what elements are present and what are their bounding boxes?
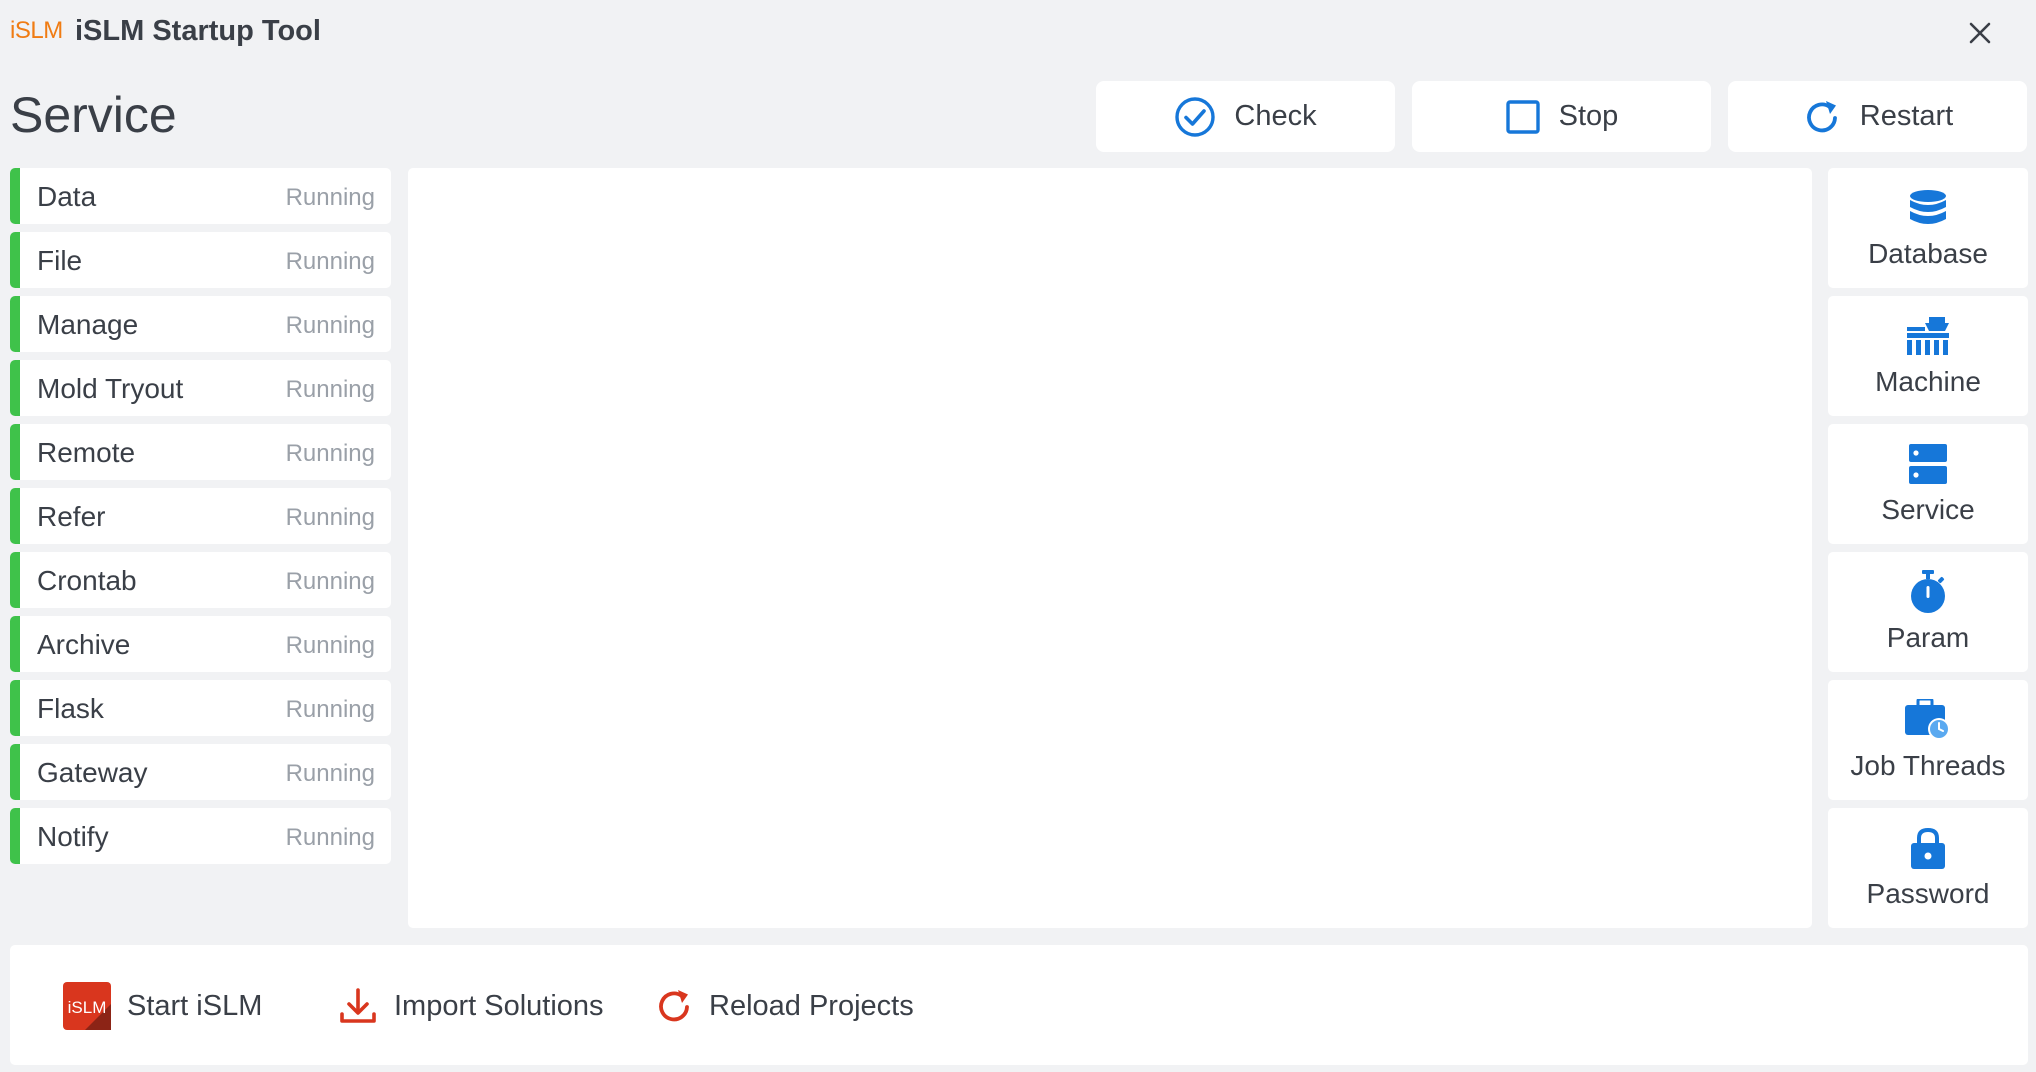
close-icon	[1969, 22, 1991, 44]
service-item-refer[interactable]: Refer Running	[10, 488, 391, 544]
title-bar: iSLM iSLM Startup Tool	[0, 0, 2036, 66]
service-name: Mold Tryout	[37, 373, 184, 404]
stop-button[interactable]: Stop	[1412, 81, 1711, 152]
reload-projects-label: Reload Projects	[709, 989, 914, 1022]
app-logo: iSLM	[10, 17, 63, 44]
tool-column: Database Machine Service Param Job Threa…	[1828, 168, 2028, 936]
status-indicator	[10, 360, 20, 416]
svg-text:iSLM: iSLM	[68, 998, 107, 1017]
service-item-notify[interactable]: Notify Running	[10, 808, 391, 864]
service-name: Gateway	[37, 757, 148, 788]
lock-icon	[1911, 827, 1945, 869]
service-tool-button[interactable]: Service	[1828, 424, 2028, 544]
status-indicator	[10, 168, 20, 224]
service-name: File	[37, 245, 83, 276]
param-label: Param	[1886, 622, 1970, 653]
service-item-flask[interactable]: Flask Running	[10, 680, 391, 736]
refresh-icon	[1806, 100, 1837, 132]
start-islm-button[interactable]: iSLM Start iSLM	[63, 981, 262, 1031]
service-status: Running	[285, 696, 375, 723]
import-solutions-button[interactable]: Import Solutions	[338, 981, 604, 1031]
reload-projects-button[interactable]: Reload Projects	[655, 981, 914, 1031]
service-status: Running	[285, 440, 375, 467]
restart-button-label: Restart	[1859, 100, 1954, 132]
machine-icon	[1907, 317, 1949, 355]
status-indicator	[10, 808, 20, 864]
service-item-mold-tryout[interactable]: Mold Tryout Running	[10, 360, 391, 416]
check-circle-icon	[1175, 96, 1216, 137]
service-status: Running	[285, 568, 375, 595]
start-islm-label: Start iSLM	[127, 989, 263, 1022]
service-item-crontab[interactable]: Crontab Running	[10, 552, 391, 608]
service-name: Refer	[37, 501, 106, 532]
service-status: Running	[285, 632, 375, 659]
check-button[interactable]: Check	[1096, 81, 1395, 152]
service-item-manage[interactable]: Manage Running	[10, 296, 391, 352]
job-threads-label: Job Threads	[1850, 750, 2006, 781]
machine-button[interactable]: Machine	[1828, 296, 2028, 416]
reload-icon	[659, 990, 689, 1022]
stopwatch-icon	[1911, 570, 1945, 613]
database-icon	[1910, 190, 1946, 224]
window-title: iSLM Startup Tool	[75, 15, 321, 47]
stop-square-icon	[1505, 99, 1540, 134]
status-indicator	[10, 552, 20, 608]
job-threads-button[interactable]: Job Threads	[1828, 680, 2028, 800]
database-label: Database	[1868, 238, 1988, 269]
service-status: Running	[285, 760, 375, 787]
service-status: Running	[285, 184, 375, 211]
service-item-archive[interactable]: Archive Running	[10, 616, 391, 672]
status-indicator	[10, 424, 20, 480]
islm-app-icon: iSLM	[63, 982, 111, 1030]
briefcase-clock-icon	[1905, 699, 1950, 740]
content-panel	[408, 168, 1812, 928]
status-indicator	[10, 296, 20, 352]
server-icon	[1909, 444, 1947, 484]
status-indicator	[10, 488, 20, 544]
status-indicator	[10, 680, 20, 736]
service-name: Archive	[37, 629, 131, 660]
service-status: Running	[285, 312, 375, 339]
service-name: Crontab	[37, 565, 137, 596]
password-label: Password	[1866, 878, 1990, 909]
restart-button[interactable]: Restart	[1728, 81, 2027, 152]
service-name: Notify	[37, 821, 109, 852]
footer-bar: iSLM Start iSLM Import Solutions Reload …	[10, 945, 2028, 1065]
service-list: Data Running File Running Manage Running…	[10, 168, 391, 872]
service-status: Running	[285, 376, 375, 403]
service-name: Remote	[37, 437, 136, 468]
service-item-file[interactable]: File Running	[10, 232, 391, 288]
service-status: Running	[285, 504, 375, 531]
database-button[interactable]: Database	[1828, 168, 2028, 288]
stop-button-label: Stop	[1558, 100, 1619, 132]
service-status: Running	[285, 248, 375, 275]
service-status: Running	[285, 824, 375, 851]
status-indicator	[10, 744, 20, 800]
status-indicator	[10, 616, 20, 672]
service-name: Flask	[37, 693, 104, 724]
service-item-data[interactable]: Data Running	[10, 168, 391, 224]
download-icon	[340, 988, 376, 1023]
machine-label: Machine	[1875, 366, 1981, 397]
service-item-remote[interactable]: Remote Running	[10, 424, 391, 480]
password-button[interactable]: Password	[1828, 808, 2028, 928]
service-item-gateway[interactable]: Gateway Running	[10, 744, 391, 800]
param-button[interactable]: Param	[1828, 552, 2028, 672]
check-button-label: Check	[1234, 100, 1317, 132]
status-indicator	[10, 232, 20, 288]
service-tool-label: Service	[1881, 494, 1975, 525]
page-title: Service	[10, 87, 177, 143]
close-button[interactable]	[1960, 13, 2000, 53]
service-name: Data	[37, 181, 97, 212]
import-solutions-label: Import Solutions	[394, 989, 604, 1022]
service-name: Manage	[37, 309, 139, 340]
